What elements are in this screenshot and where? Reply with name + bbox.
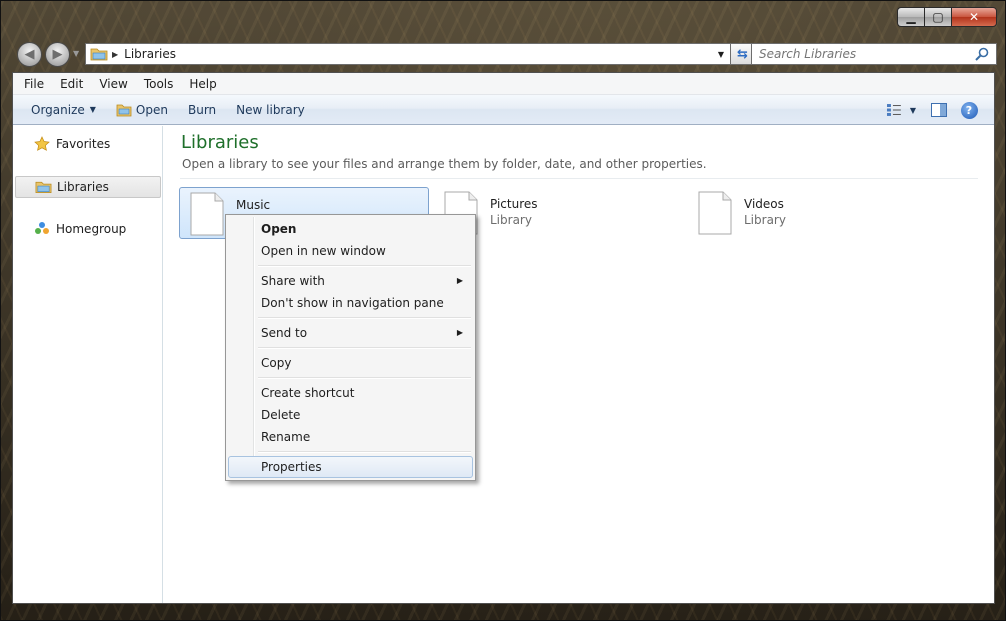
new-library-label: New library [236,102,305,117]
document-icon [698,191,732,235]
submenu-arrow-icon: ▶ [456,328,463,337]
refresh-icon: ⇆ [737,46,748,62]
document-icon [190,192,224,236]
search-icon[interactable] [974,46,990,62]
maximize-button[interactable]: ▢ [924,7,951,27]
ctx-share-with[interactable]: Share with ▶ [228,270,473,292]
search-box [751,43,997,65]
ctx-copy[interactable]: Copy [228,352,473,374]
homegroup-icon [33,221,51,237]
ctx-share-with-label: Share with [261,274,325,288]
nav-item-libraries[interactable]: Libraries [15,176,161,198]
library-name: Videos [744,197,784,211]
minimize-button[interactable]: ▁ [897,7,924,27]
menu-tools[interactable]: Tools [136,73,182,95]
minimize-icon: ▁ [906,10,916,24]
ctx-dont-show-nav[interactable]: Don't show in navigation pane [228,292,473,314]
preview-pane-icon [931,103,947,117]
preview-pane-button[interactable] [924,99,954,121]
ctx-send-to-label: Send to [261,326,308,340]
ctx-send-to[interactable]: Send to ▶ [228,322,473,344]
menu-separator [258,314,473,322]
menu-view[interactable]: View [91,73,135,95]
menu-edit[interactable]: Edit [52,73,91,95]
nav-item-homegroup[interactable]: Homegroup [15,218,161,240]
ctx-open-new-window[interactable]: Open in new window [228,240,473,262]
library-type: Library [490,213,532,227]
library-name: Music [236,198,271,212]
address-history-dropdown[interactable]: ▼ [712,44,730,64]
breadcrumb-libraries[interactable]: Libraries [124,47,176,61]
breadcrumb-chevron-icon[interactable]: ▶ [112,50,118,59]
library-item-videos[interactable]: Videos Library [688,187,938,239]
maximize-icon: ▢ [932,10,944,24]
nav-item-favorites[interactable]: Favorites [15,133,161,155]
library-type: Library [744,213,786,227]
star-icon [33,136,51,152]
back-arrow-icon: ◀ [24,47,35,62]
nav-item-label: Favorites [56,137,111,151]
forward-arrow-icon: ▶ [52,47,63,62]
window-frame: ▁ ▢ ✕ ◀ ▶ ▼ ▶ Libraries ▼ ⇆ File E [0,0,1006,621]
open-label: Open [135,102,168,117]
organize-button[interactable]: Organize ▼ [21,98,106,122]
libraries-folder-icon [34,179,52,195]
chevron-down-icon: ▼ [89,105,96,114]
nav-item-label: Libraries [57,180,109,194]
library-name: Pictures [490,197,538,211]
menu-separator [258,448,473,456]
open-folder-icon [116,104,132,116]
page-title: Libraries [181,132,259,153]
command-bar: Organize ▼ Open Burn New library ▼ ? [13,95,994,125]
submenu-arrow-icon: ▶ [456,276,463,285]
navigation-pane: Favorites Libraries Homegroup [13,126,163,603]
ctx-open[interactable]: Open [228,218,473,240]
close-icon: ✕ [968,10,980,24]
burn-label: Burn [187,102,217,117]
ctx-create-shortcut[interactable]: Create shortcut [228,382,473,404]
page-subtitle: Open a library to see your files and arr… [182,157,707,171]
address-bar[interactable]: ▶ Libraries ▼ [85,43,731,65]
caption-buttons: ▁ ▢ ✕ [897,7,997,27]
open-button[interactable]: Open [106,98,178,122]
ctx-rename[interactable]: Rename [228,426,473,448]
view-controls: ▼ ? [886,99,984,121]
menu-separator [258,262,473,270]
new-library-button[interactable]: New library [226,98,315,122]
help-button[interactable]: ? [954,99,984,121]
ctx-delete[interactable]: Delete [228,404,473,426]
menu-separator [258,344,473,352]
details-view-icon [886,104,901,116]
view-dropdown-icon: ▼ [909,105,916,115]
header-divider [180,178,978,179]
back-button[interactable]: ◀ [17,42,42,67]
navigation-row: ◀ ▶ ▼ ▶ Libraries ▼ ⇆ [17,41,997,67]
context-menu: Open Open in new window Share with ▶ Don… [225,214,476,481]
change-view-button[interactable]: ▼ [886,99,916,121]
burn-button[interactable]: Burn [178,98,226,122]
libraries-folder-icon [90,48,108,61]
ctx-properties[interactable]: Properties [228,456,473,478]
close-button[interactable]: ✕ [951,7,997,27]
search-input[interactable] [759,45,974,63]
menu-separator [258,374,473,382]
menu-help[interactable]: Help [181,73,224,95]
menu-file[interactable]: File [16,73,52,95]
recent-pages-dropdown[interactable]: ▼ [73,49,79,58]
explorer-client-area: File Edit View Tools Help Organize ▼ Ope… [12,72,995,604]
menu-bar: File Edit View Tools Help [13,73,994,95]
help-icon: ? [960,101,978,119]
nav-item-label: Homegroup [56,222,127,236]
organize-label: Organize [31,102,85,117]
forward-button[interactable]: ▶ [45,42,70,67]
